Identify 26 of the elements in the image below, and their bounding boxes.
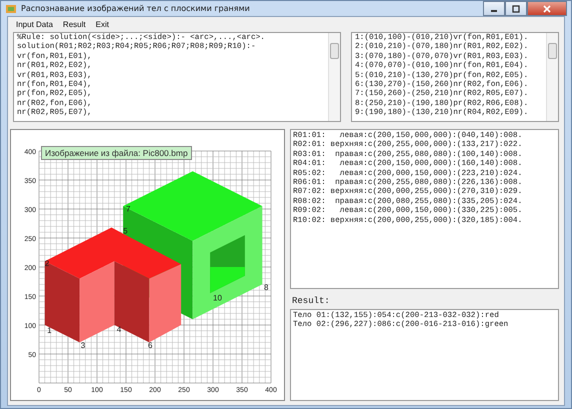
vertex-label: 10 (213, 294, 222, 303)
vertex-label: 3 (80, 341, 86, 350)
vertex-label: 5 (123, 226, 128, 236)
result-label: Result: (291, 295, 331, 308)
vertex-label: 4 (116, 324, 122, 334)
menu-item[interactable]: Result (58, 19, 90, 30)
vertex-label: 6 (148, 341, 152, 350)
vertex-label: 8 (264, 283, 268, 292)
close-button[interactable] (527, 1, 567, 16)
menu-item[interactable]: Exit (92, 19, 113, 30)
menu-item[interactable]: Input Data (12, 19, 57, 30)
close-icon (542, 4, 552, 12)
edges-textbox[interactable] (351, 32, 559, 122)
regions-textbox[interactable] (290, 129, 559, 289)
vertex-label: 1 (47, 326, 52, 336)
app-icon (5, 2, 17, 14)
window-title: Распознавание изображений тел с плоскими гранями (21, 4, 251, 13)
minimize-button[interactable] (483, 1, 505, 16)
vertex-label: 2 (44, 258, 50, 268)
vertex-label: 7 (126, 204, 130, 214)
scrollbar[interactable] (546, 33, 558, 121)
maximize-icon (511, 4, 521, 12)
image-caption: Изображение из файла: Pic800.bmp (41, 146, 192, 160)
rules-textbox[interactable] (13, 32, 341, 122)
scrollbar[interactable] (328, 33, 340, 121)
maximize-button[interactable] (505, 1, 527, 16)
